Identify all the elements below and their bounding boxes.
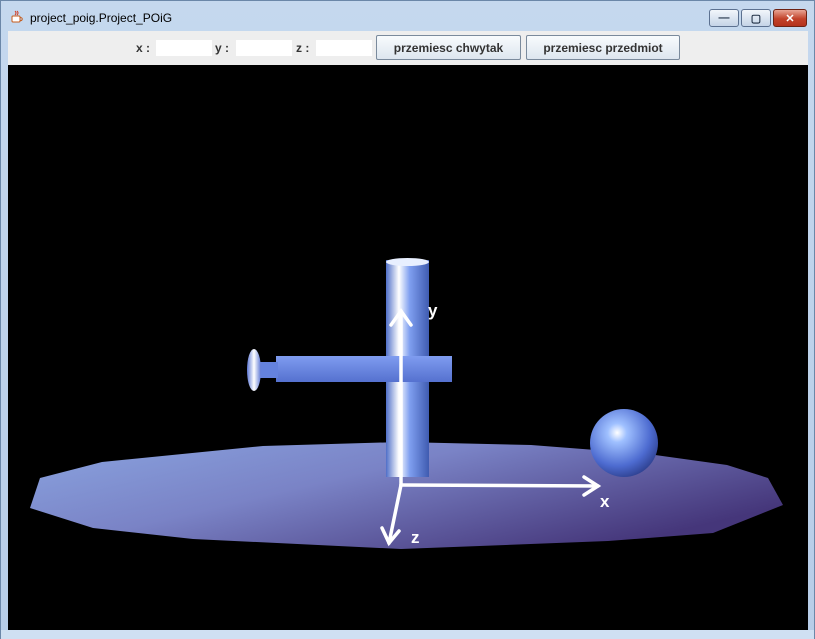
maximize-icon: ▢	[750, 12, 762, 25]
y-label: y :	[215, 41, 230, 55]
java-app-icon	[11, 10, 23, 23]
coordinate-toolbar: x : y : z : przemiesc chwytak przemiesc …	[8, 31, 808, 65]
scene-svg: y x z	[30, 258, 783, 549]
minimize-button[interactable]: —	[709, 9, 739, 27]
3d-scene-canvas[interactable]: y x z	[8, 65, 808, 630]
column-top	[386, 258, 429, 266]
gripper-disc	[247, 349, 261, 391]
window-bottom-border	[1, 630, 814, 639]
object-sphere	[590, 409, 658, 477]
z-input[interactable]	[316, 40, 372, 56]
z-axis-label: z	[411, 528, 420, 547]
move-gripper-button[interactable]: przemiesc chwytak	[376, 35, 521, 60]
y-axis-label: y	[428, 301, 438, 320]
x-axis-label: x	[600, 492, 610, 511]
y-input[interactable]	[236, 40, 292, 56]
x-input[interactable]	[156, 40, 212, 56]
x-label: x :	[136, 41, 151, 55]
minimize-icon: —	[718, 12, 730, 24]
move-object-button[interactable]: przemiesc przedmiot	[526, 35, 680, 60]
z-label: z :	[296, 41, 310, 55]
title-bar[interactable]: project_poig.Project_POiG — ▢ ✕	[1, 1, 814, 31]
maximize-button[interactable]: ▢	[741, 9, 771, 27]
gripper-arm	[276, 356, 452, 382]
application-window: project_poig.Project_POiG — ▢ ✕ x : y : …	[0, 0, 815, 639]
window-title: project_poig.Project_POiG	[30, 11, 173, 25]
close-button[interactable]: ✕	[773, 9, 807, 27]
close-icon: ✕	[785, 12, 795, 25]
